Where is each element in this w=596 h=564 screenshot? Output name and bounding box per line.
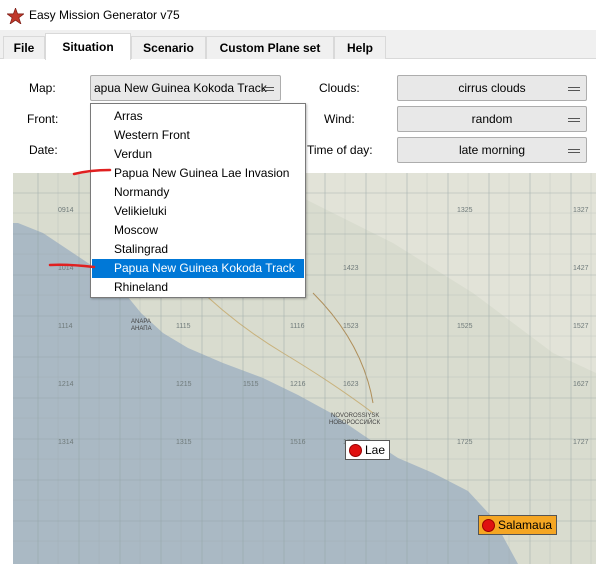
place-label-novorossiysk-cyr: НОВОРОССИЙСК — [329, 418, 381, 426]
map-option[interactable]: Stalingrad — [92, 240, 304, 259]
tab-custom-plane-set[interactable]: Custom Plane set — [206, 36, 334, 59]
tab-file[interactable]: File — [3, 36, 45, 59]
map-dropdown-list[interactable]: Arras Western Front Verdun Papua New Gui… — [90, 103, 306, 298]
grid-label: 1515 — [243, 381, 259, 388]
red-dot-icon — [349, 443, 362, 457]
front-label: Front: — [27, 112, 59, 126]
grid-label: 1314 — [58, 439, 74, 446]
window-title: Easy Mission Generator v75 — [29, 8, 180, 22]
clouds-label: Clouds: — [319, 81, 360, 95]
map-option[interactable]: Moscow — [92, 221, 304, 240]
grid-label: 1216 — [290, 381, 306, 388]
map-option-selected[interactable]: Papua New Guinea Kokoda Track — [92, 259, 304, 278]
map-option[interactable]: Normandy — [92, 183, 304, 202]
map-label: Map: — [29, 81, 56, 95]
tab-situation[interactable]: Situation — [45, 33, 131, 60]
grid-label: 1627 — [573, 381, 589, 388]
clouds-select[interactable]: cirrus clouds — [397, 75, 587, 101]
grid-label: 1623 — [343, 381, 359, 388]
grid-label: 1727 — [573, 439, 589, 446]
grid-label: 1527 — [573, 323, 589, 330]
map-option[interactable]: Western Front — [92, 126, 304, 145]
grid-label: 1427 — [573, 265, 589, 272]
clouds-select-value: cirrus clouds — [458, 81, 526, 95]
map-select-value: apua New Guinea Kokoda Track — [94, 81, 267, 95]
map-marker-salamaua[interactable]: Salamaua — [478, 515, 558, 535]
marker-label: Lae — [365, 443, 386, 457]
date-label: Date: — [29, 143, 58, 157]
marker-label: Salamaua — [498, 518, 553, 532]
place-label-anapa: ANAPA — [131, 319, 151, 325]
grid-label: 1315 — [176, 439, 192, 446]
grid-label: 1114 — [58, 323, 73, 330]
place-label-novorossiysk: NOVOROSSIYSK — [331, 413, 379, 419]
grid-label: 1523 — [343, 323, 359, 330]
grid-label: 1423 — [343, 265, 359, 272]
time-of-day-select-value: late morning — [458, 143, 526, 157]
dropdown-arrow-icon — [568, 118, 580, 122]
place-label-anapa-cyr: АНАПА — [131, 326, 152, 332]
wind-label: Wind: — [324, 112, 355, 126]
dropdown-arrow-icon — [568, 149, 580, 153]
dropdown-arrow-icon — [568, 87, 580, 91]
red-annotation-mark — [48, 263, 96, 269]
title-bar: Easy Mission Generator v75 — [0, 0, 596, 30]
map-option[interactable]: Velikieluki — [92, 202, 304, 221]
grid-label: 1325 — [457, 207, 473, 214]
grid-label: 1525 — [457, 323, 473, 330]
dropdown-arrow-icon — [262, 87, 274, 91]
map-marker-lae[interactable]: Lae — [345, 440, 391, 460]
star-app-icon — [7, 8, 24, 24]
grid-label: 1214 — [58, 381, 74, 388]
grid-label: 1725 — [457, 439, 473, 446]
map-option[interactable]: Verdun — [92, 145, 304, 164]
grid-label: 1327 — [573, 207, 589, 214]
grid-label: 1116 — [290, 323, 305, 330]
tab-help[interactable]: Help — [334, 36, 386, 59]
time-of-day-select[interactable]: late morning — [397, 137, 587, 163]
grid-label: 1516 — [290, 439, 306, 446]
wind-select[interactable]: random — [397, 106, 587, 132]
time-of-day-label: Time of day: — [307, 143, 373, 157]
map-option[interactable]: Papua New Guinea Lae Invasion — [92, 164, 304, 183]
tab-bar: File Situation Scenario Custom Plane set… — [0, 33, 596, 60]
grid-label: 1215 — [176, 381, 192, 388]
map-select[interactable]: apua New Guinea Kokoda Track — [90, 75, 281, 101]
red-annotation-mark — [72, 168, 112, 176]
map-option[interactable]: Arras — [92, 107, 304, 126]
map-option[interactable]: Rhineland — [92, 278, 304, 297]
grid-label: 1115 — [176, 323, 191, 330]
wind-select-value: random — [471, 112, 513, 126]
red-dot-icon — [482, 518, 495, 532]
grid-label: 0914 — [58, 207, 74, 214]
tab-scenario[interactable]: Scenario — [131, 36, 206, 59]
